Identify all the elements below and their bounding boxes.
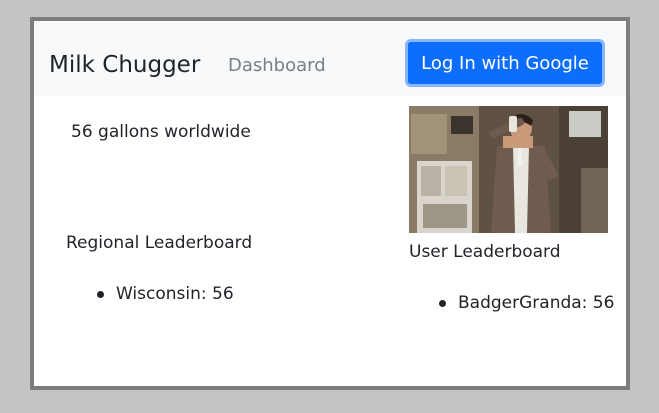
list-item: Wisconsin: 56 bbox=[97, 284, 234, 304]
list-item-label: BadgerGranda: 56 bbox=[458, 293, 615, 313]
milk-chugging-image bbox=[409, 106, 608, 233]
bullet-icon bbox=[439, 299, 446, 307]
list-item-label: Wisconsin: 56 bbox=[116, 284, 234, 304]
regional-leaderboard-title: Regional Leaderboard bbox=[66, 233, 253, 253]
login-google-button[interactable]: Log In with Google bbox=[405, 39, 605, 87]
user-leaderboard-title: User Leaderboard bbox=[409, 242, 561, 262]
list-item: BadgerGranda: 56 bbox=[439, 293, 614, 313]
navbar: Milk Chugger Dashboard Log In with Googl… bbox=[34, 21, 626, 96]
bullet-icon bbox=[97, 290, 104, 298]
regional-leaderboard-list: Wisconsin: 56 bbox=[97, 284, 234, 304]
worldwide-total: 56 gallons worldwide bbox=[71, 122, 251, 142]
milk-chugging-illustration bbox=[409, 106, 608, 233]
app-window: Milk Chugger Dashboard Log In with Googl… bbox=[30, 17, 630, 390]
user-leaderboard-list: BadgerGranda: 56 bbox=[439, 293, 614, 313]
brand-logo[interactable]: Milk Chugger bbox=[49, 49, 200, 81]
nav-link-dashboard[interactable]: Dashboard bbox=[228, 53, 326, 79]
